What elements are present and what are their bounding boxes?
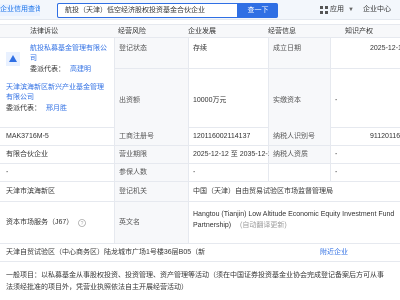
taxpayer-qual-value: - <box>335 151 338 158</box>
taxpayer-no-value: 91120116 <box>370 133 400 140</box>
scope-text-cont: 法须经批准的项目外，凭营业执照依法自主开展经营活动） <box>6 284 188 291</box>
site-logo[interactable]: 企业信用查询 <box>0 4 40 16</box>
taxpayer-qual-label: 纳税人资质 <box>269 146 330 163</box>
partner-name-1-cont[interactable]: 司 <box>30 54 37 64</box>
region-value: 天津市滨海新区 <box>6 188 55 195</box>
company-logo-icon <box>6 52 20 66</box>
chevron-down-icon[interactable]: ▼ <box>348 5 354 15</box>
reg-no-label: 工商注册号 <box>115 128 188 145</box>
enterprise-center-link[interactable]: 企业中心 <box>363 5 391 15</box>
rep-label-2: 委派代表： <box>6 105 41 112</box>
capital-label: 出资额 <box>115 69 188 128</box>
tab-enterprise-dev[interactable]: 企业发展 <box>188 27 216 37</box>
insured-value: - <box>193 169 196 176</box>
capital-value: 10000万元 <box>193 97 227 104</box>
insured-row: - 参保人数 - - <box>0 164 400 182</box>
en-name-value-cont: Partnership) <box>193 222 232 229</box>
reg-authority-value: 中国（天津）自由贸易试验区市场监督管理局 <box>193 188 333 195</box>
tab-ip[interactable]: 知识产权 <box>345 27 373 37</box>
paid-capital-value: - <box>335 97 338 104</box>
company-type-row: 有限合伙企业 营业期限 2025-12-12 至 2035-12-11 纳税人资… <box>0 146 400 164</box>
company-type-value: 有限合伙企业 <box>6 151 48 158</box>
partner-name-1[interactable]: 航投私募基金管理有限公 <box>30 44 107 54</box>
scope-text: 一般项目：以私募基金从事股权投资、投资管理、资产管理等活动（须在中国证券投资基金… <box>6 272 384 279</box>
search-button[interactable]: 查一下 <box>238 3 278 18</box>
search-input[interactable]: 航投（天津）低空经济股权投资基金合伙企业 <box>57 3 238 18</box>
credit-code-row: MAK3716M-5 工商注册号 120116002114137 纳税人识别号 … <box>0 128 400 146</box>
english-name-row: 资本市场服务（J67） ? 英文名 Hangtou (Tianjin) Low … <box>0 202 400 244</box>
en-name-value: Hangtou (Tianjin) Low Altitude Economic … <box>193 211 395 218</box>
partner-name-2-cont[interactable]: 有限公司 <box>6 93 34 103</box>
credit-code-value: MAK3716M-5 <box>6 133 49 140</box>
partner-name-2[interactable]: 天津滨海新区新兴产业基金管理 <box>6 83 104 93</box>
address-row: 天津自贸试验区（中心商务区）陆龙城市广场1号楼36层B05（新 附近企业 <box>0 244 400 262</box>
blank-value: - <box>6 169 9 176</box>
reg-status-label: 登记状态 <box>115 38 188 68</box>
address-value: 天津自贸试验区（中心商务区）陆龙城市广场1号楼36层B05（新 <box>6 249 206 256</box>
taxpayer-no-label: 纳税人识别号 <box>269 128 330 145</box>
help-icon[interactable]: ? <box>78 219 86 227</box>
reg-authority-label: 登记机关 <box>115 182 188 201</box>
business-scope-row: 一般项目：以私募基金从事股权投资、投资管理、资产管理等活动（须在中国证券投资基金… <box>0 268 400 298</box>
apps-grid-icon[interactable] <box>320 6 328 14</box>
apps-menu-label[interactable]: 应用 <box>330 5 344 15</box>
rep-name-1[interactable]: 高建明 <box>70 65 91 75</box>
term-label: 营业期限 <box>115 146 188 163</box>
partner-block: 航投私募基金管理有限公 司 委派代表： 高建明 登记状态 存续 成立日期 202… <box>0 38 400 128</box>
tab-business-info[interactable]: 经营信息 <box>268 27 296 37</box>
en-name-note[interactable]: (自动翻译更新) <box>240 221 287 231</box>
tab-legal[interactable]: 法律诉讼 <box>30 27 58 37</box>
reg-no-value: 120116002114137 <box>193 133 251 140</box>
top-bar: 企业信用查询 航投（天津）低空经济股权投资基金合伙企业 查一下 应用 ▼ 企业中… <box>0 0 400 20</box>
industry-value: 资本市场服务（J67） <box>6 219 74 226</box>
en-name-label: 英文名 <box>115 202 188 243</box>
term-value: 2025-12-12 至 2035-12-11 <box>193 151 275 158</box>
rep-label-1: 委派代表： <box>30 66 65 73</box>
rep-name-2[interactable]: 邢月胜 <box>46 104 67 114</box>
insured-label: 参保人数 <box>115 164 188 181</box>
reg-status-value: 存续 <box>193 45 207 52</box>
tab-operation-risk[interactable]: 经营风险 <box>118 27 146 37</box>
nearby-companies-link[interactable]: 附近企业 <box>320 248 348 258</box>
paid-capital-label: 实缴资本 <box>269 69 330 128</box>
est-date-value: 2025-12-1 <box>370 45 400 52</box>
est-date-label: 成立日期 <box>269 38 330 68</box>
insured-extra-value: - <box>335 169 338 176</box>
svg-text:?: ? <box>81 221 84 227</box>
region-row: 天津市滨海新区 登记机关 中国（天津）自由贸易试验区市场监督管理局 <box>0 182 400 202</box>
table-header-row: 法律诉讼 经营风险 企业发展 经营信息 知识产权 <box>0 24 400 38</box>
